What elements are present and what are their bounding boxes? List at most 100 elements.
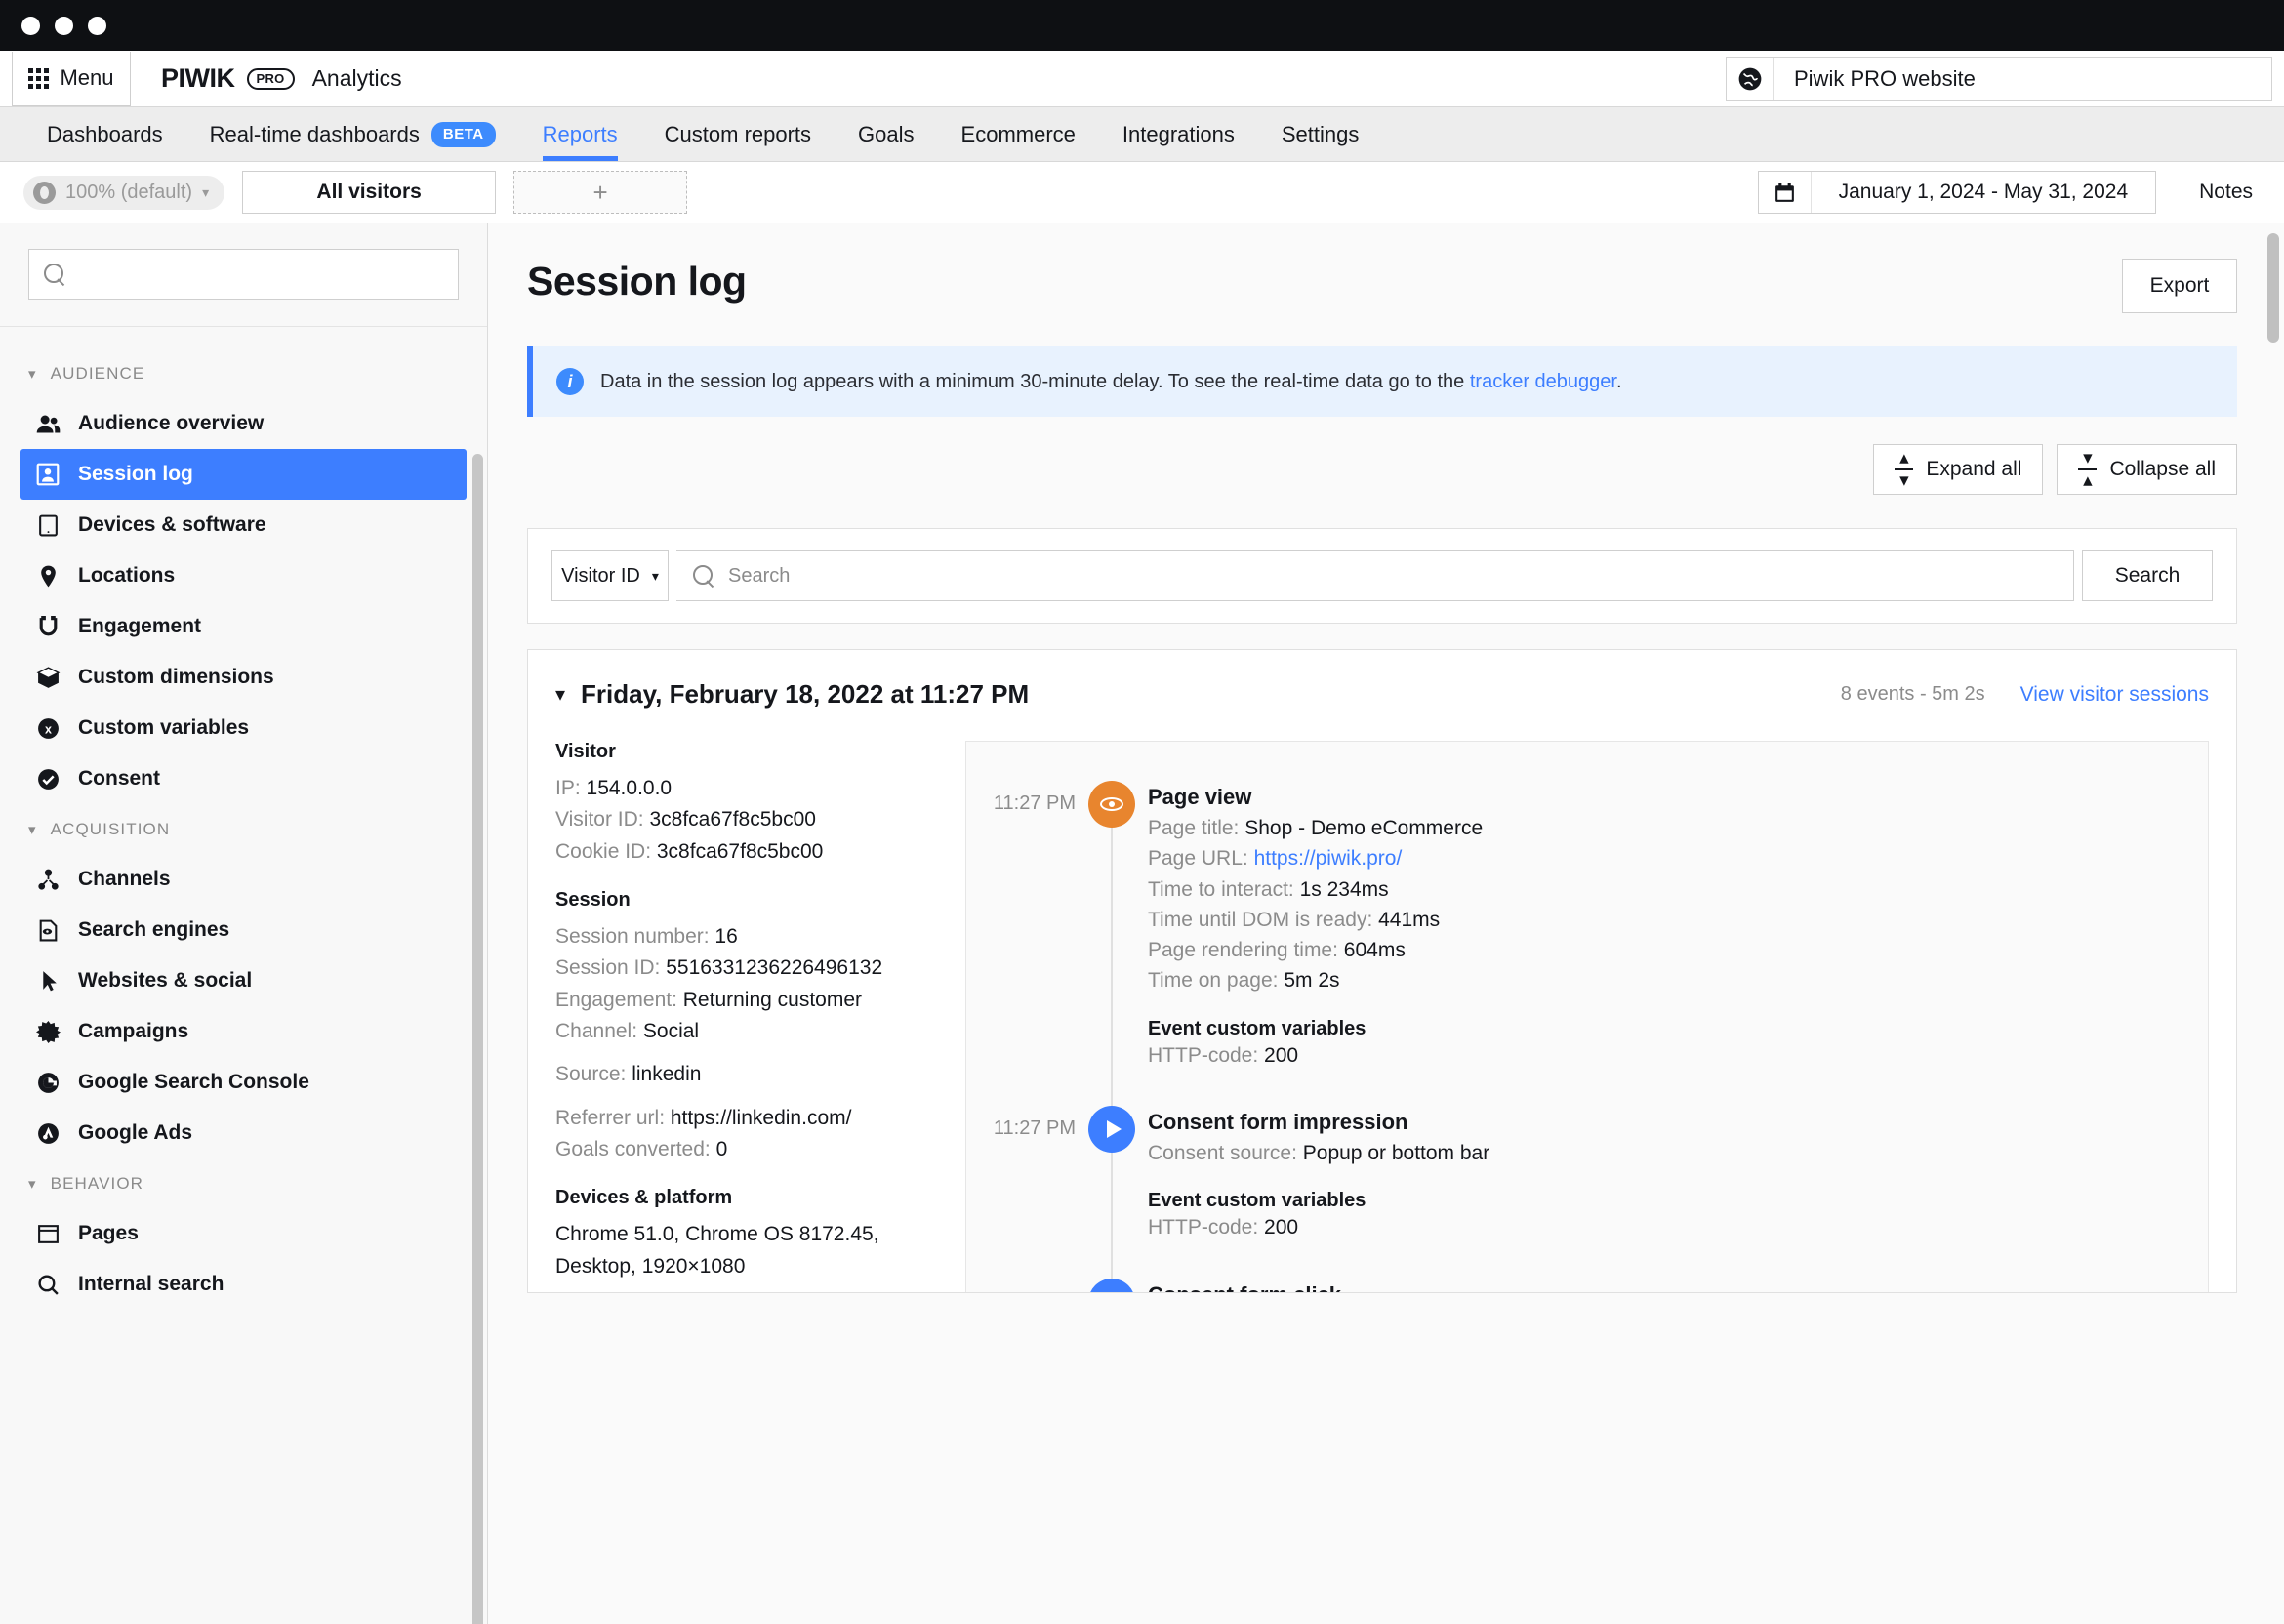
expand-icon: ▴▾ (1895, 449, 1913, 490)
session-date-label: Friday, February 18, 2022 at 11:27 PM (581, 679, 1029, 710)
sidebar-item-websites-social[interactable]: Websites & social (20, 955, 467, 1006)
event-custom-var-row: HTTP-code: 200 (1148, 1212, 2184, 1242)
window-close-dot[interactable] (21, 17, 40, 35)
add-segment-button[interactable]: + (513, 171, 687, 214)
notes-button[interactable]: Notes (2199, 181, 2253, 204)
nav-tab-reports[interactable]: Reports (519, 107, 641, 161)
beta-badge: BETA (431, 122, 496, 147)
nav-tab-ecommerce[interactable]: Ecommerce (938, 107, 1099, 161)
share-nodes-icon (34, 866, 61, 893)
visitor-detail-label: Referrer url: (555, 1107, 671, 1129)
session-search-input[interactable] (728, 565, 2057, 588)
sidebar-item-google-ads[interactable]: Google Ads (20, 1108, 467, 1158)
browser-window-icon (34, 1220, 61, 1247)
event-body: Consent form impression Consent source: … (1148, 1096, 2208, 1269)
nav-tab-integrations[interactable]: Integrations (1099, 107, 1258, 161)
event-timeline: 11:27 PM Page view Page title: Shop - De… (965, 741, 2209, 1293)
sidebar-item-pages[interactable]: Pages (20, 1208, 467, 1259)
filter-dimension-select[interactable]: Visitor ID ▾ (551, 550, 669, 601)
sidebar-item-label: Session log (78, 463, 193, 486)
session-search-box[interactable] (676, 550, 2074, 601)
sidebar-group-behavior[interactable]: ▾ BEHAVIOR (0, 1158, 487, 1208)
event-body: Page view Page title: Shop - Demo eComme… (1148, 771, 2208, 1096)
sidebar-item-locations[interactable]: Locations (20, 550, 467, 601)
event-title: Consent form click (1148, 1282, 2184, 1293)
timeline-event[interactable]: 11:27 PM Consent form impression Consent… (966, 1096, 2208, 1269)
timeline-event[interactable]: 11:27 PM Page view Page title: Shop - De… (966, 771, 2208, 1096)
sidebar-group-acquisition[interactable]: ▾ ACQUISITION (0, 804, 487, 854)
event-bullet-wrap (1076, 1269, 1148, 1293)
nav-tab-label: Settings (1282, 122, 1360, 147)
view-visitor-sessions-link[interactable]: View visitor sessions (2020, 683, 2209, 707)
sidebar-item-google-search-console[interactable]: Google Search Console (20, 1057, 467, 1108)
collapse-all-button[interactable]: ▾▴ Collapse all (2057, 444, 2237, 495)
visitor-section-heading: Devices & platform (555, 1187, 936, 1209)
site-picker[interactable]: Piwik PRO website (1726, 57, 2272, 101)
window-maximize-dot[interactable] (88, 17, 106, 35)
sidebar-item-campaigns[interactable]: Campaigns (20, 1006, 467, 1057)
sidebar-item-custom-dimensions[interactable]: Custom dimensions (20, 652, 467, 703)
play-icon (1107, 1120, 1122, 1138)
visitor-detail-label: Session ID: (555, 956, 666, 979)
sidebar-item-internal-search[interactable]: Internal search (20, 1259, 467, 1310)
sidebar-item-label: Internal search (78, 1273, 224, 1296)
sidebar-item-search-engines[interactable]: Search engines (20, 905, 467, 955)
event-custom-vars-heading: Event custom variables (1148, 1018, 2184, 1040)
sidebar-item-label: Campaigns (78, 1020, 188, 1043)
sidebar-item-label: Devices & software (78, 513, 266, 537)
search-submit-label: Search (2115, 564, 2181, 588)
spacer (555, 868, 936, 889)
visitor-detail-label: Visitor ID: (555, 808, 649, 831)
segment-label: All visitors (316, 181, 421, 204)
sampling-selector[interactable]: 100% (default) ▾ (23, 176, 224, 210)
search-submit-button[interactable]: Search (2082, 550, 2213, 601)
date-range-picker[interactable]: January 1, 2024 - May 31, 2024 (1758, 171, 2157, 214)
visitor-detail-value: Social (643, 1020, 699, 1042)
visitor-detail-value: 5516331236226496132 (666, 956, 882, 979)
sidebar-search-input[interactable] (78, 264, 443, 286)
spacer (555, 1165, 936, 1187)
sidebar-item-session-log[interactable]: Session log (20, 449, 467, 500)
info-banner: i Data in the session log appears with a… (527, 346, 2237, 417)
cursor-arrow-icon (34, 967, 61, 995)
nav-tab-dashboards[interactable]: Dashboards (23, 107, 186, 161)
people-icon (34, 410, 61, 437)
sidebar-item-devices-software[interactable]: Devices & software (20, 500, 467, 550)
chevron-down-icon: ▾ (28, 1175, 37, 1193)
nav-tab-goals[interactable]: Goals (835, 107, 937, 161)
brand-piwik-text: PIWIK (161, 63, 235, 94)
variable-circle-icon: x (34, 714, 61, 742)
timeline-event[interactable]: 11:28 PM Consent form click Consent form… (966, 1269, 2208, 1293)
sidebar-scrollbar-thumb[interactable] (472, 454, 483, 1624)
event-detail-value: 441ms (1378, 909, 1440, 931)
nav-tab-settings[interactable]: Settings (1258, 107, 1383, 161)
sidebar-item-custom-variables[interactable]: x Custom variables (20, 703, 467, 753)
expand-all-button[interactable]: ▴▾ Expand all (1873, 444, 2043, 495)
sidebar-item-audience-overview[interactable]: Audience overview (20, 398, 467, 449)
menu-button[interactable]: Menu (12, 52, 131, 106)
tracker-debugger-link[interactable]: tracker debugger (1470, 371, 1616, 392)
page-url-link[interactable]: https://piwik.pro/ (1254, 847, 1403, 870)
check-circle-icon (34, 765, 61, 792)
expand-collapse-row: ▴▾ Expand all ▾▴ Collapse all (527, 444, 2237, 495)
sidebar-search-box[interactable] (28, 249, 459, 300)
collapse-all-label: Collapse all (2109, 458, 2216, 481)
segment-all-visitors[interactable]: All visitors (242, 171, 496, 214)
window-minimize-dot[interactable] (55, 17, 73, 35)
nav-tab-custom-reports[interactable]: Custom reports (641, 107, 835, 161)
sidebar-item-label: Engagement (78, 615, 201, 638)
sidebar-item-consent[interactable]: Consent (20, 753, 467, 804)
sidebar-item-channels[interactable]: Channels (20, 854, 467, 905)
visitor-section-heading: Session (555, 889, 936, 912)
sidebar-item-label: Search engines (78, 918, 229, 942)
sidebar-scroll-region[interactable]: ▾ AUDIENCE Audience overview (0, 327, 487, 1624)
nav-tab-real-time-dashboards[interactable]: Real-time dashboards BETA (186, 107, 519, 161)
sidebar-group-audience[interactable]: ▾ AUDIENCE (0, 348, 487, 398)
visitor-detail-value: 16 (714, 925, 737, 948)
visitor-detail-row: Cookie ID: 3c8fca67f8c5bc00 (555, 836, 936, 868)
main-scrollbar-thumb[interactable] (2267, 233, 2279, 343)
sidebar-item-engagement[interactable]: Engagement (20, 601, 467, 652)
chevron-down-icon[interactable]: ▾ (555, 682, 565, 707)
export-button[interactable]: Export (2122, 259, 2237, 313)
event-detail-row: Page title: Shop - Demo eCommerce (1148, 813, 2184, 843)
